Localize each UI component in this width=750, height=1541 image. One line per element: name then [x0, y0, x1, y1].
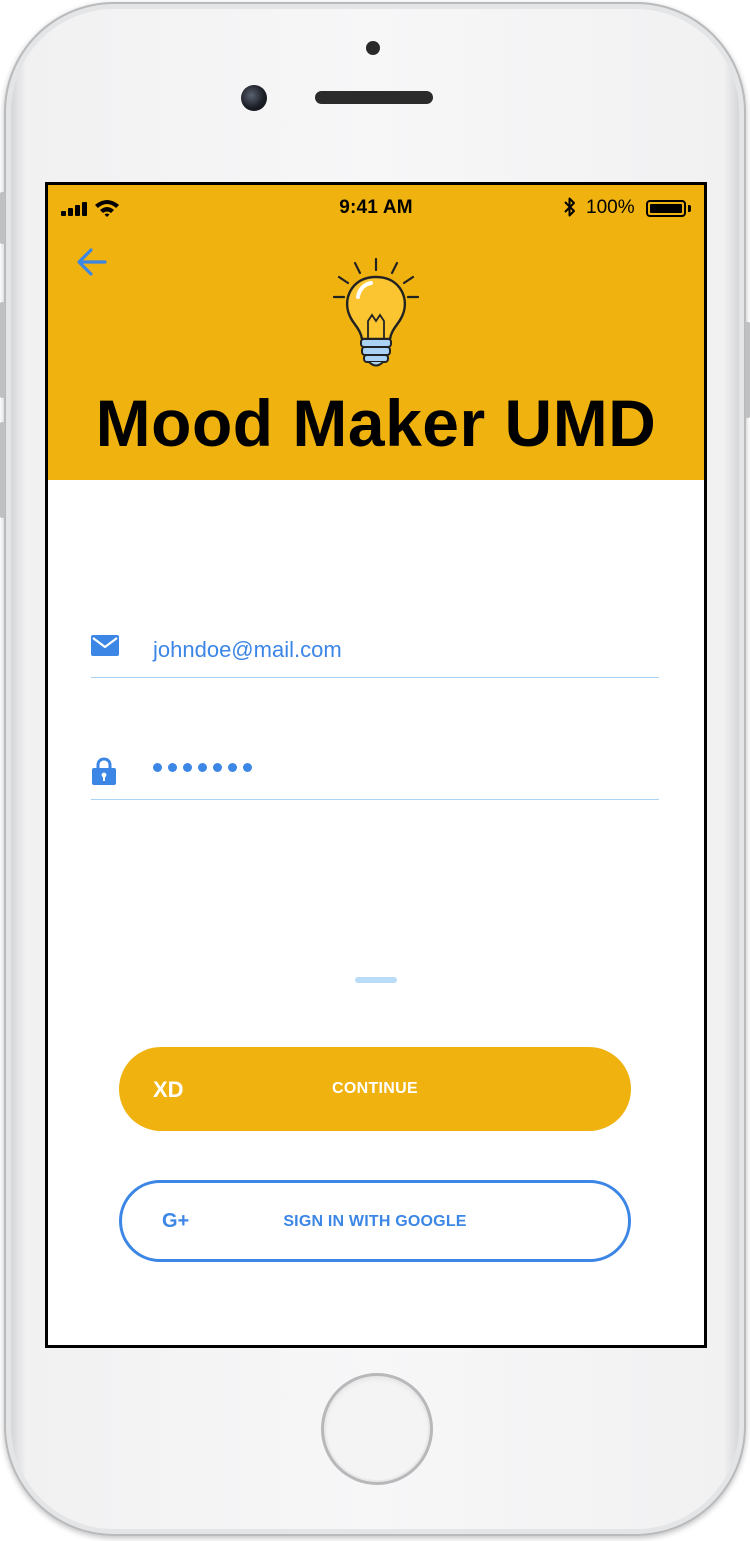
battery-icon	[646, 200, 686, 217]
continue-label: CONTINUE	[332, 1080, 418, 1097]
password-dot	[153, 763, 162, 772]
google-signin-label: SIGN IN WITH GOOGLE	[283, 1213, 467, 1230]
side-button-volume-up	[0, 302, 5, 398]
email-field[interactable]: johndoe@mail.com	[91, 617, 659, 678]
mail-icon	[91, 635, 119, 656]
battery-tip	[688, 205, 691, 212]
arrow-left-icon[interactable]	[76, 247, 108, 277]
header-banner: 9:41 AM 100% Mood Maker UMD	[48, 185, 704, 480]
google-signin-button[interactable]: G+ SIGN IN WITH GOOGLE	[119, 1180, 631, 1262]
page-indicator	[355, 977, 397, 983]
app-title: Mood Maker UMD	[95, 386, 657, 460]
password-input[interactable]	[153, 763, 252, 772]
lock-icon	[92, 757, 116, 785]
password-dot	[243, 763, 252, 772]
earpiece-speaker	[315, 91, 433, 104]
proximity-sensor	[366, 41, 380, 55]
password-dot	[168, 763, 177, 772]
password-field[interactable]	[91, 739, 659, 800]
front-camera	[241, 85, 267, 111]
continue-button[interactable]: XD CONTINUE	[119, 1047, 631, 1131]
app-screen: 9:41 AM 100% Mood Maker UMD johndoe@mail…	[45, 182, 707, 1348]
lightbulb-icon	[332, 257, 420, 367]
home-button[interactable]	[321, 1373, 433, 1485]
side-button-mute	[0, 192, 5, 244]
side-button-power	[745, 322, 750, 418]
password-dot	[228, 763, 237, 772]
battery-fill	[650, 204, 682, 213]
password-dot	[213, 763, 222, 772]
password-dot	[183, 763, 192, 772]
side-button-volume-down	[0, 422, 5, 518]
status-bar: 9:41 AM 100%	[48, 185, 704, 229]
email-input[interactable]: johndoe@mail.com	[153, 637, 342, 663]
bluetooth-icon	[564, 197, 575, 217]
password-dot	[198, 763, 207, 772]
battery-percent: 100%	[586, 197, 635, 218]
